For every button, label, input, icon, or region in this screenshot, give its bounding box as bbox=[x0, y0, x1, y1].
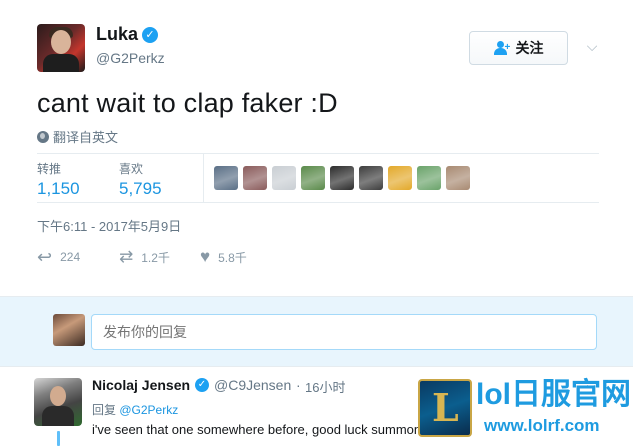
liker-avatar[interactable] bbox=[330, 166, 354, 190]
replying-to: 回复 @G2Perkz bbox=[92, 401, 178, 418]
author-handle[interactable]: @G2Perkz bbox=[96, 50, 165, 66]
replying-to-link[interactable]: @G2Perkz bbox=[119, 403, 178, 417]
likes-label: 喜欢 bbox=[119, 162, 144, 176]
reply-count: 224 bbox=[60, 250, 81, 264]
chevron-down-icon[interactable]: ⌵ bbox=[584, 38, 600, 54]
author-avatar[interactable] bbox=[37, 24, 85, 72]
reply-text: i've seen that one somewhere before, goo… bbox=[92, 422, 452, 437]
main-tweet: Luka ✓ @G2Perkz + 关注 ⌵ cant wait to clap… bbox=[0, 0, 633, 296]
current-user-avatar bbox=[53, 314, 85, 346]
translate-label: 翻译自英文 bbox=[53, 130, 119, 145]
tweet-stats: 转推 1,150 喜欢 5,795 bbox=[37, 153, 599, 203]
reply-author-avatar[interactable] bbox=[34, 378, 82, 426]
like-count: 5.8千 bbox=[218, 250, 247, 265]
retweet-count: 1.2千 bbox=[141, 250, 170, 265]
site-watermark: L lol日服官网 www.lolrf.com bbox=[414, 376, 633, 446]
liker-avatar[interactable] bbox=[417, 166, 441, 190]
tweet-text: cant wait to clap faker :D bbox=[37, 88, 338, 118]
reply-author-name[interactable]: Nicolaj Jensen bbox=[92, 377, 190, 393]
follow-button-label: 关注 bbox=[515, 40, 544, 56]
reply-compose-area bbox=[0, 296, 633, 367]
reply-button[interactable]: ↩ 224 bbox=[37, 248, 80, 266]
replying-to-label: 回复 bbox=[92, 403, 117, 417]
avatar-body bbox=[42, 406, 74, 426]
avatar-body bbox=[43, 54, 79, 72]
translate-link[interactable]: 翻译自英文 bbox=[37, 127, 118, 146]
likes-count: 5,795 bbox=[119, 179, 162, 198]
reply-icon: ↩ bbox=[37, 247, 53, 267]
thread-line bbox=[57, 431, 60, 446]
watermark-url: www.lolrf.com bbox=[484, 416, 600, 435]
verified-badge-icon: ✓ bbox=[195, 378, 209, 392]
liker-avatar[interactable] bbox=[359, 166, 383, 190]
add-person-icon: + bbox=[493, 41, 510, 55]
retweets-stat[interactable]: 转推 1,150 bbox=[37, 160, 80, 199]
stats-divider bbox=[203, 154, 204, 202]
like-button[interactable]: ♥ 5.8千 bbox=[200, 248, 247, 266]
likes-stat[interactable]: 喜欢 5,795 bbox=[119, 160, 162, 199]
reply-author-handle[interactable]: @C9Jensen bbox=[214, 377, 291, 393]
avatar-face bbox=[51, 30, 71, 54]
liker-avatar[interactable] bbox=[446, 166, 470, 190]
liker-avatar[interactable] bbox=[243, 166, 267, 190]
liker-avatar[interactable] bbox=[301, 166, 325, 190]
avatar-face bbox=[50, 386, 66, 406]
watermark-title: lol日服官网 bbox=[476, 378, 631, 411]
retweet-button[interactable]: ⇄ 1.2千 bbox=[119, 248, 170, 266]
globe-icon bbox=[37, 130, 49, 143]
lol-logo-icon: L bbox=[418, 379, 472, 437]
separator-dot: · bbox=[296, 377, 301, 393]
liker-avatar[interactable] bbox=[214, 166, 238, 190]
liker-avatar[interactable] bbox=[272, 166, 296, 190]
verified-badge-icon: ✓ bbox=[142, 27, 158, 43]
follow-button[interactable]: + 关注 bbox=[469, 31, 568, 65]
tweet-timestamp[interactable]: 下午6:11 - 2017年5月9日 bbox=[37, 216, 181, 235]
retweets-label: 转推 bbox=[37, 162, 62, 176]
logo-letter: L bbox=[432, 385, 459, 430]
reply-time[interactable]: 16小时 bbox=[305, 377, 345, 396]
liker-avatars bbox=[214, 166, 470, 190]
author-name[interactable]: Luka bbox=[96, 24, 138, 45]
retweets-count: 1,150 bbox=[37, 179, 80, 198]
reply-input[interactable] bbox=[91, 314, 597, 350]
retweet-icon: ⇄ bbox=[119, 247, 134, 266]
heart-icon: ♥ bbox=[200, 247, 211, 266]
tweet-actions: ↩ 224 ⇄ 1.2千 ♥ 5.8千 bbox=[37, 248, 337, 268]
liker-avatar[interactable] bbox=[388, 166, 412, 190]
